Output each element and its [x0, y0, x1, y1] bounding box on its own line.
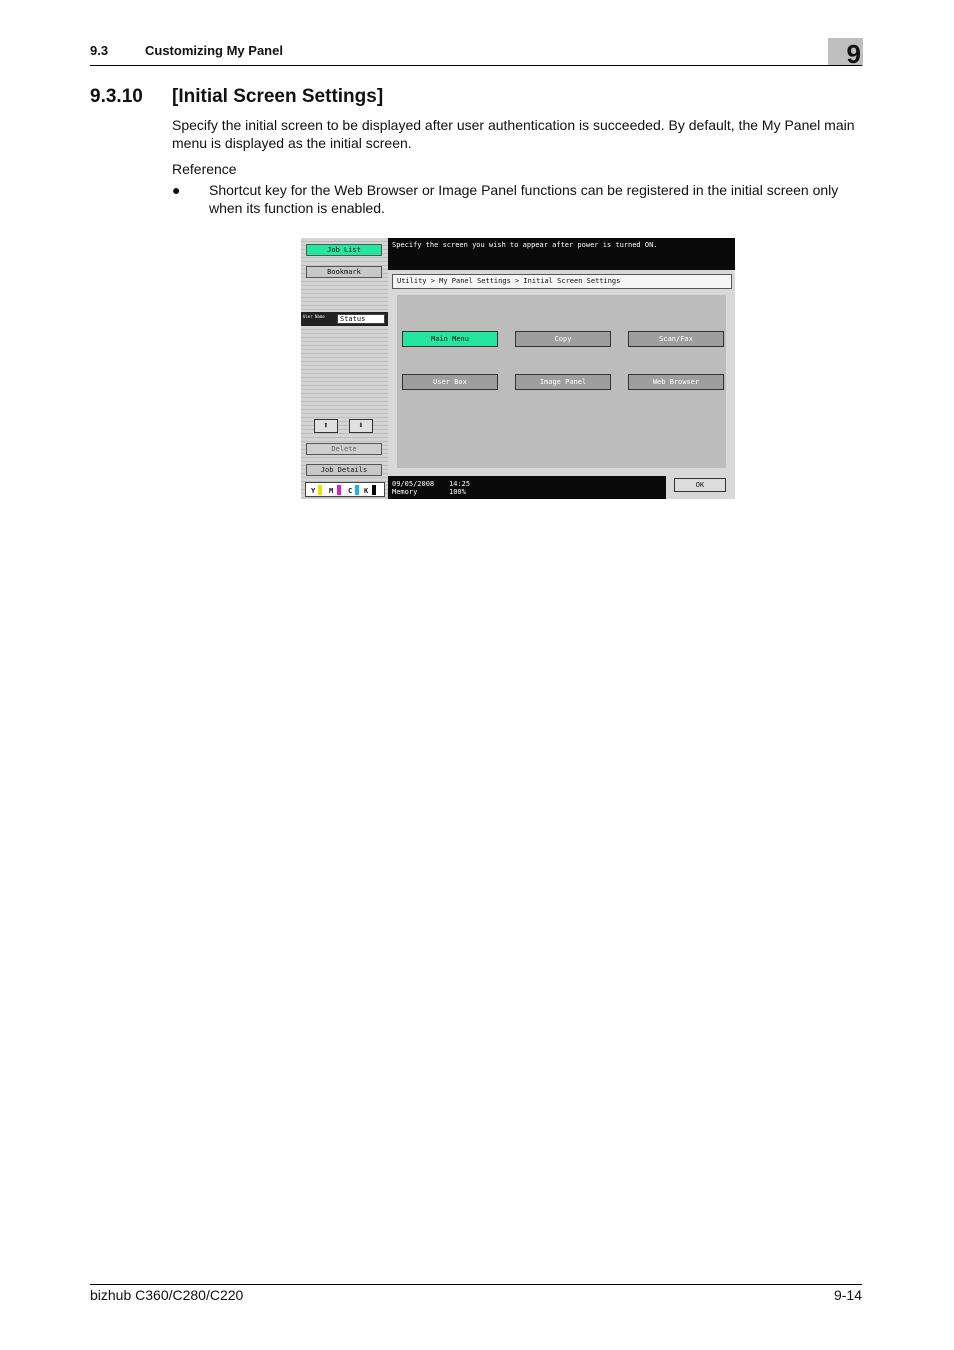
heading-title: [Initial Screen Settings]	[172, 86, 384, 107]
chapter-number-box: 9	[828, 38, 863, 69]
toner-y-label: Y	[311, 487, 316, 495]
image-panel-button[interactable]: Image Panel	[515, 374, 611, 390]
scroll-down-icon[interactable]: ⬇	[349, 419, 373, 433]
footer-page-number: 9-14	[833, 1287, 862, 1303]
user-box-button[interactable]: User Box	[402, 374, 498, 390]
scroll-up-icon[interactable]: ⬆	[314, 419, 338, 433]
bookmark-button[interactable]: Bookmark	[306, 266, 382, 278]
bullet-icon: ●	[172, 182, 181, 198]
panel-screenshot: Job List Bookmark User Name Status ⬆ ⬇ D…	[301, 238, 735, 499]
intro-paragraph: Specify the initial screen to be display…	[172, 117, 855, 151]
header-section-number: 9.3	[90, 43, 109, 58]
footer-model: bizhub C360/C280/C220	[90, 1287, 244, 1303]
memory-label: Memory	[392, 488, 418, 496]
main-menu-button[interactable]: Main Menu	[402, 331, 498, 347]
breadcrumb: Utility > My Panel Settings > Initial Sc…	[392, 274, 732, 289]
memory-value: 100%	[449, 488, 466, 496]
message-bar: Specify the screen you wish to appear af…	[388, 238, 735, 270]
toner-m-label: M	[329, 487, 334, 495]
header-section-title: Customizing My Panel	[145, 43, 283, 58]
toner-k-bar	[372, 485, 376, 495]
scan-fax-button[interactable]: Scan/Fax	[628, 331, 724, 347]
toner-levels: Y M C K	[305, 482, 385, 497]
toner-m-bar	[337, 485, 341, 495]
job-details-button[interactable]: Job Details	[306, 464, 382, 476]
toner-y-bar	[318, 485, 322, 495]
ok-button[interactable]: OK	[674, 478, 726, 492]
delete-button[interactable]: Delete	[306, 443, 382, 455]
header-rule	[90, 65, 862, 66]
toner-c-bar	[355, 485, 359, 495]
footer-rule	[90, 1284, 862, 1285]
toner-k-label: K	[364, 487, 369, 495]
bullet-text: Shortcut key for the Web Browser or Imag…	[209, 182, 839, 216]
copy-button[interactable]: Copy	[515, 331, 611, 347]
reference-label: Reference	[172, 161, 237, 177]
heading-number: 9.3.10	[90, 86, 143, 107]
status-tab[interactable]: Status	[337, 314, 385, 324]
job-list-button[interactable]: Job List	[306, 244, 382, 256]
status-bar: 09/05/2008 14:25 Memory 100%	[388, 476, 666, 499]
user-name-label: User Name	[303, 314, 325, 319]
toner-c-label: C	[348, 487, 353, 495]
web-browser-button[interactable]: Web Browser	[628, 374, 724, 390]
